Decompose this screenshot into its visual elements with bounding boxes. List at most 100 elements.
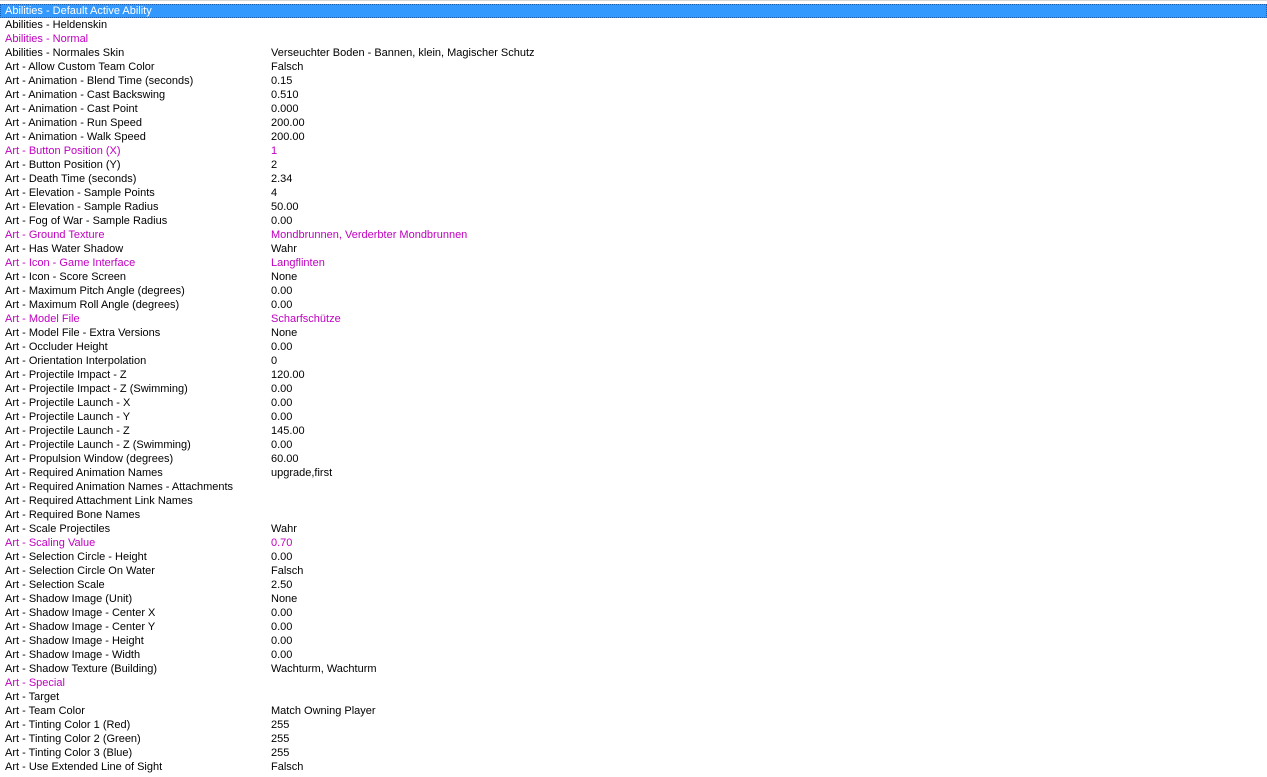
field-value: 2 <box>271 159 278 171</box>
field-row[interactable]: Art - Special <box>0 676 1267 690</box>
field-row[interactable]: Art - Selection Circle - Height 0.00 <box>0 550 1267 564</box>
field-row[interactable]: Art - Occluder Height 0.00 <box>0 340 1267 354</box>
field-row[interactable]: Art - Animation - Walk Speed 200.00 <box>0 130 1267 144</box>
field-value: 0.00 <box>271 635 293 647</box>
field-row[interactable]: Art - Has Water Shadow Wahr <box>0 242 1267 256</box>
field-row[interactable]: Art - Maximum Pitch Angle (degrees) 0.00 <box>0 284 1267 298</box>
field-row[interactable]: Art - Maximum Roll Angle (degrees) 0.00 <box>0 298 1267 312</box>
field-value: 0.15 <box>271 75 293 87</box>
field-value: Verseuchter Boden - Bannen, klein, Magis… <box>271 47 535 59</box>
field-value: 0.00 <box>271 621 293 633</box>
field-row[interactable]: Art - Use Extended Line of Sight Falsch <box>0 760 1267 774</box>
field-row[interactable]: Art - Button Position (Y) 2 <box>0 158 1267 172</box>
field-row[interactable]: Art - Icon - Score Screen None <box>0 270 1267 284</box>
field-value: 1 <box>271 145 278 157</box>
field-name: Art - Button Position (Y) <box>5 159 121 171</box>
field-row[interactable]: Art - Shadow Image (Unit) None <box>0 592 1267 606</box>
object-field-list: Abilities - Default Active Ability Abilit… <box>0 4 1267 774</box>
field-row[interactable]: Art - Projectile Impact - Z 120.00 <box>0 368 1267 382</box>
field-name: Art - Allow Custom Team Color <box>5 61 155 73</box>
field-value: Falsch <box>271 61 304 73</box>
field-row[interactable]: Art - Animation - Cast Backswing 0.510 <box>0 88 1267 102</box>
field-row[interactable]: Art - Required Animation Names - Attachm… <box>0 480 1267 494</box>
field-row[interactable]: Abilities - Normales Skin Verseuchter Bod… <box>0 46 1267 60</box>
field-name: Art - Elevation - Sample Radius <box>5 201 159 213</box>
field-row[interactable]: Art - Target <box>0 690 1267 704</box>
field-row[interactable]: Art - Shadow Texture (Building) Wachturm,… <box>0 662 1267 676</box>
field-value: 0.00 <box>271 411 293 423</box>
field-value: 255 <box>271 747 290 759</box>
field-row[interactable]: Art - Tinting Color 2 (Green) 255 <box>0 732 1267 746</box>
field-row[interactable]: Abilities - Heldenskin <box>0 18 1267 32</box>
field-name: Art - Scaling Value <box>5 537 96 549</box>
field-row[interactable]: Art - Projectile Impact - Z (Swimming) 0.… <box>0 382 1267 396</box>
field-row[interactable]: Art - Orientation Interpolation 0 <box>0 354 1267 368</box>
field-name: Art - Selection Circle On Water <box>5 565 155 577</box>
field-row[interactable]: Art - Model File Scharfschütze <box>0 312 1267 326</box>
field-row[interactable]: Art - Projectile Launch - Z 145.00 <box>0 424 1267 438</box>
field-row[interactable]: Art - Shadow Image - Center Y 0.00 <box>0 620 1267 634</box>
field-row[interactable]: Art - Shadow Image - Width 0.00 <box>0 648 1267 662</box>
field-row[interactable]: Art - Tinting Color 1 (Red) 255 <box>0 718 1267 732</box>
field-name: Art - Shadow Image - Center Y <box>5 621 156 633</box>
field-row[interactable]: Art - Animation - Blend Time (seconds) 0.… <box>0 74 1267 88</box>
field-row[interactable]: Art - Required Animation Names upgrade,fi… <box>0 466 1267 480</box>
field-row[interactable]: Art - Required Bone Names <box>0 508 1267 522</box>
field-row[interactable]: Art - Propulsion Window (degrees) 60.00 <box>0 452 1267 466</box>
field-row[interactable]: Art - Scale Projectiles Wahr <box>0 522 1267 536</box>
field-row[interactable]: Art - Icon - Game Interface Langflinten <box>0 256 1267 270</box>
field-row[interactable]: Art - Button Position (X) 1 <box>0 144 1267 158</box>
field-name: Art - Shadow Image (Unit) <box>5 593 133 605</box>
field-row[interactable]: Art - Animation - Run Speed 200.00 <box>0 116 1267 130</box>
field-row[interactable]: Art - Projectile Launch - Z (Swimming) 0.… <box>0 438 1267 452</box>
field-row[interactable]: Abilities - Normal <box>0 32 1267 46</box>
field-row[interactable]: Art - Scaling Value 0.70 <box>0 536 1267 550</box>
field-row[interactable]: Abilities - Default Active Ability <box>0 4 1267 18</box>
field-row[interactable]: Art - Projectile Launch - Y 0.00 <box>0 410 1267 424</box>
field-name: Abilities - Normal <box>5 33 89 45</box>
field-name: Art - Maximum Roll Angle (degrees) <box>5 299 180 311</box>
field-row[interactable]: Art - Projectile Launch - X 0.00 <box>0 396 1267 410</box>
field-value: Langflinten <box>271 257 325 269</box>
field-row[interactable]: Art - Allow Custom Team Color Falsch <box>0 60 1267 74</box>
field-value: upgrade,first <box>271 467 333 479</box>
field-name: Art - Tinting Color 2 (Green) <box>5 733 141 745</box>
field-value: 0.00 <box>271 439 293 451</box>
field-name: Art - Animation - Run Speed <box>5 117 142 129</box>
field-value: 200.00 <box>271 131 305 143</box>
field-value: 0.00 <box>271 397 293 409</box>
field-name: Art - Projectile Launch - X <box>5 397 131 409</box>
field-value: None <box>271 327 298 339</box>
field-name: Art - Selection Circle - Height <box>5 551 147 563</box>
field-name: Art - Special <box>5 677 65 689</box>
field-row[interactable]: Art - Fog of War - Sample Radius 0.00 <box>0 214 1267 228</box>
field-name: Art - Shadow Image - Width <box>5 649 141 661</box>
field-value: None <box>271 271 298 283</box>
field-row[interactable]: Art - Elevation - Sample Points 4 <box>0 186 1267 200</box>
field-row[interactable]: Art - Animation - Cast Point 0.000 <box>0 102 1267 116</box>
field-row[interactable]: Art - Death Time (seconds) 2.34 <box>0 172 1267 186</box>
field-value: 0 <box>271 355 278 367</box>
field-row[interactable]: Art - Elevation - Sample Radius 50.00 <box>0 200 1267 214</box>
field-value: Mondbrunnen, Verderbter Mondbrunnen <box>271 229 468 241</box>
field-name: Art - Required Bone Names <box>5 509 141 521</box>
field-value: 0.00 <box>271 299 293 311</box>
field-row[interactable]: Art - Tinting Color 3 (Blue) 255 <box>0 746 1267 760</box>
field-row[interactable]: Art - Model File - Extra Versions None <box>0 326 1267 340</box>
field-row[interactable]: Art - Required Attachment Link Names <box>0 494 1267 508</box>
field-name: Art - Required Animation Names - Attachm… <box>5 481 234 493</box>
field-value: 255 <box>271 719 290 731</box>
field-row[interactable]: Art - Shadow Image - Height 0.00 <box>0 634 1267 648</box>
field-name: Art - Occluder Height <box>5 341 108 353</box>
field-value: 60.00 <box>271 453 299 465</box>
field-row[interactable]: Art - Ground Texture Mondbrunnen, Verderb… <box>0 228 1267 242</box>
field-name: Abilities - Heldenskin <box>5 19 108 31</box>
field-name: Art - Maximum Pitch Angle (degrees) <box>5 285 185 297</box>
field-row[interactable]: Art - Shadow Image - Center X 0.00 <box>0 606 1267 620</box>
field-value: 255 <box>271 733 290 745</box>
field-name: Art - Model File <box>5 313 80 325</box>
field-row[interactable]: Art - Selection Circle On Water Falsch <box>0 564 1267 578</box>
field-value: 2.34 <box>271 173 293 185</box>
field-row[interactable]: Art - Selection Scale 2.50 <box>0 578 1267 592</box>
field-row[interactable]: Art - Team Color Match Owning Player <box>0 704 1267 718</box>
